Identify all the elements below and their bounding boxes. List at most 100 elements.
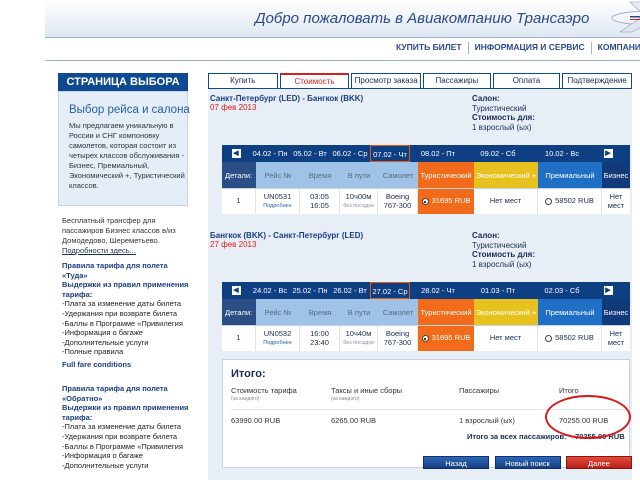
salon-label: Салон: [472,94,500,103]
tourist-fare-option[interactable]: 31695 RUB [418,189,474,214]
rule-link[interactable]: -Дополнительные услуги [62,461,190,471]
totals-title: Итого: [231,368,266,380]
header-divider [45,37,640,38]
date-option[interactable]: 09.02 - Сб [466,145,530,162]
plane-type: Boeing 767-300 [378,189,418,214]
radio-icon[interactable] [545,198,553,205]
nav-info-service[interactable]: ИНФОРМАЦИЯ И СЕРВИС [467,42,591,54]
tab-confirmation[interactable]: Подтверждение [562,73,632,88]
fare-header-sub: (за каждого) [231,396,260,402]
rule-link[interactable]: -Информация о багаже [62,451,190,461]
rule-link[interactable]: -Плата за изменение даты билета [62,299,190,309]
new-search-button[interactable]: Новый поиск [494,456,561,469]
flight-details-link[interactable]: Подробнее [263,339,292,348]
sidebar-description: Мы предлагаем уникальную в России и СНГ … [69,121,185,190]
tab-cost[interactable]: Стоимость [279,73,350,88]
flight-number: UN0531 [263,192,292,201]
col-plane: Самолет [378,162,418,188]
rule-link[interactable]: -Удержания при возврате билета [62,432,190,442]
date-option[interactable]: 25.02 - Пн [290,282,330,299]
rule-link[interactable]: -Удержания при возврате билета [62,309,190,319]
cost-value: 1 взрослый (ых) [472,122,532,132]
rule-link[interactable]: -Полные правила [62,347,190,357]
flight-cell: UN0531 Подробнее [256,189,300,214]
date-option[interactable]: 05.02 - Вт [290,145,330,162]
date-option[interactable]: 04.02 - Пн [250,145,290,162]
taxes-header-label: Таксы и иные сборы [331,386,403,395]
rule-link[interactable]: -Дополнительные услуги [62,338,190,348]
nav-buy-ticket[interactable]: КУПИТЬ БИЛЕТ [390,42,468,54]
inbound-route: Бангкок (BKK) - Санкт-Петербург (LED) [210,231,364,240]
tourist-fare-option[interactable]: 31695 RUB [418,326,474,351]
rules-heading: Правила тарифа для полета «Туда» [62,261,168,280]
date-option[interactable]: 26.02 - Вт [330,282,370,299]
sidebar-subtitle: Выбор рейса и салона [69,104,190,116]
transfer-info: Бесплатный трансфер для пассажиров Бизне… [62,216,186,256]
date-option-selected[interactable]: 27.02 - Ср [370,282,410,299]
table-header: Детали: Рейс № Время В пути Самолет Тури… [222,299,630,325]
col-tourist: Туристический [418,299,474,325]
page: { "header": { "title": "Добро пожаловать… [0,0,640,480]
pax-value: 1 взрослый (ых) [459,416,515,425]
rule-link[interactable]: -Плата за изменение даты билета [62,422,190,432]
economy-plus-unavailable: Нет мест [474,326,538,351]
col-premium: Премиальный [538,162,602,188]
outbound-date: 07 фев 2013 [210,103,257,112]
prev-dates-button[interactable]: ◀ [222,282,250,299]
next-button[interactable]: Далее [566,456,632,469]
sidebar-title: СТРАНИЦА ВЫБОРА [58,73,188,91]
col-flight: Рейс № [256,299,300,325]
stops: без посадок [343,202,374,209]
next-dates-button[interactable]: ▶ [594,145,622,162]
rule-link[interactable]: -Баллы в Программе «Привилегия [62,319,190,329]
taxes-header-sub: (за каждого) [331,396,360,402]
date-option[interactable]: 24.02 - Вс [250,282,290,299]
business-unavailable: Нет мест [607,329,625,347]
tab-buy[interactable]: Купить [208,73,278,88]
back-button[interactable]: Назад [423,456,489,469]
premium-price: 58502 RUB [555,196,594,206]
full-fare-conditions-link[interactable]: Full fare conditions [62,360,190,370]
col-duration: В пути [340,299,378,325]
premium-fare-option[interactable]: 58502 RUB [538,326,602,351]
grand-total-label: Итого за всех пассажиров: [467,432,567,441]
premium-price: 58502 RUB [555,333,594,343]
next-dates-button[interactable]: ▶ [594,282,622,299]
totals-panel: Итого: Стоимость тарифа (за каждого) Так… [222,359,631,468]
col-details: Детали: [222,299,256,325]
chevron-left-icon: ◀ [231,149,241,158]
tab-payment[interactable]: Оплата [492,73,561,88]
col-time: Время [300,299,340,325]
tab-passengers[interactable]: Пассажиры [422,73,491,88]
date-option[interactable]: 02.03 - Сб [530,282,594,299]
nav-company[interactable]: КОМПАНИЯ [590,42,640,54]
radio-selected-icon[interactable] [421,198,429,205]
prev-dates-button[interactable]: ◀ [222,145,250,162]
transfer-details-link[interactable]: Подробности здесь... [62,246,136,255]
rule-link[interactable]: -Информация о багаже [62,328,190,338]
row-number: 1 [222,326,256,351]
flight-details-link[interactable]: Подробнее [263,202,292,211]
stops: без посадок [343,339,374,346]
inbound-date: 27 фев 2013 [210,240,257,249]
date-option[interactable]: 01.03 - Пт [466,282,530,299]
date-option[interactable]: 28.02 - Чт [410,282,466,299]
premium-fare-option[interactable]: 58502 RUB [538,189,602,214]
date-option[interactable]: 10.02 - Вс [530,145,594,162]
taxes-value: 6265.00 RUB [331,416,377,425]
chevron-left-icon: ◀ [231,286,241,295]
col-taxes-header: Таксы и иные сборы (за каждого) [331,387,402,403]
date-option[interactable]: 08.02 - Пт [410,145,466,162]
radio-selected-icon[interactable] [421,335,429,342]
radio-icon[interactable] [545,335,553,342]
rule-link[interactable]: -Баллы в Программе «Привилегия [62,442,190,452]
arrival-time: 23:40 [310,337,329,347]
duration-cell: 10ч00м без посадок [340,189,378,214]
date-option-selected[interactable]: 07.02 - Чт [370,145,410,162]
date-option[interactable]: 06.02 - Ср [330,145,370,162]
col-economy-plus: Экономический + [474,162,538,188]
time-cell: 16:00 23:40 [300,326,340,351]
tourist-price: 31695 RUB [431,196,471,206]
tab-order-view[interactable]: Просмотр заказа [351,73,421,88]
outbound-salon-info: Салон: Туристический Стоимость для: 1 вз… [472,94,535,132]
